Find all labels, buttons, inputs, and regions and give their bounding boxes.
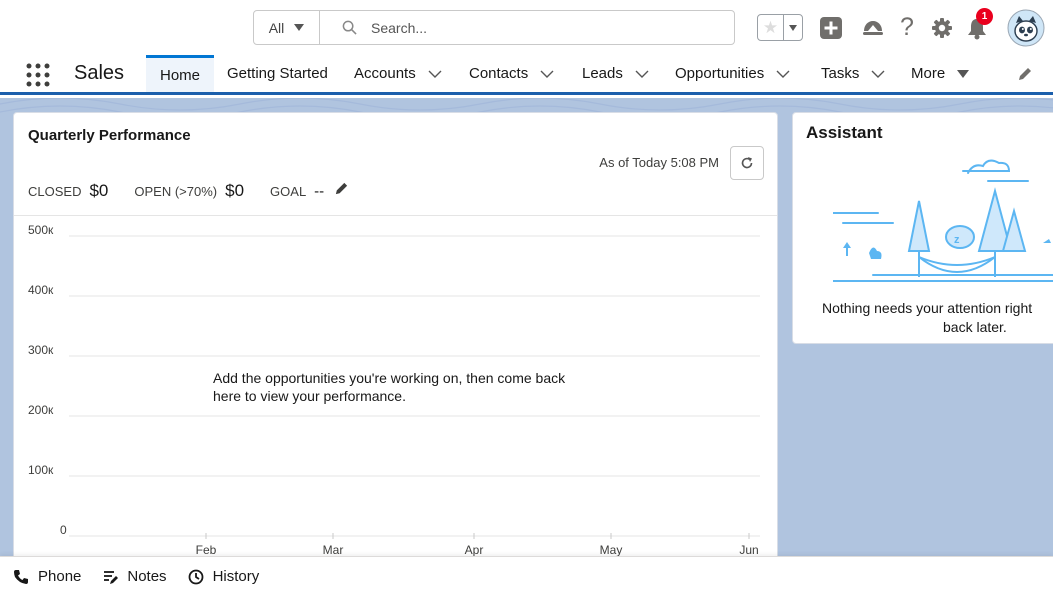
tab-label: Contacts	[469, 65, 529, 82]
y-tick-label: 200к	[28, 403, 54, 417]
chevron-down-icon[interactable]	[776, 70, 790, 78]
global-actions-button[interactable]	[817, 0, 845, 55]
phone-icon	[14, 569, 28, 584]
assistant-title: Assistant	[806, 123, 883, 142]
app-name: Sales	[74, 62, 125, 84]
utility-phone[interactable]: Phone	[13, 568, 81, 585]
search-icon	[342, 20, 357, 35]
refresh-icon	[741, 157, 753, 169]
favorites-list-button[interactable]	[784, 15, 802, 40]
pencil-icon	[336, 182, 348, 195]
tab-contacts[interactable]: Contacts	[469, 55, 554, 92]
assistant-message-line-1: Nothing needs your attention right	[822, 300, 1033, 316]
help-icon[interactable]: ?	[895, 0, 919, 55]
notification-count-badge: 1	[976, 8, 993, 25]
x-tick-label: Feb	[196, 543, 217, 557]
chevron-down-icon[interactable]	[540, 70, 554, 78]
tab-label: Tasks	[821, 65, 860, 82]
assistant-message-line-2: back later.	[943, 319, 1007, 335]
tab-opportunities[interactable]: Opportunities	[675, 55, 790, 92]
y-tick-label: 300к	[28, 343, 54, 357]
tab-label: Home	[160, 66, 201, 84]
search-scope-select[interactable]: All	[254, 11, 320, 44]
utility-label: Phone	[38, 568, 82, 585]
utility-label: Notes	[127, 568, 167, 585]
open-value: $0	[225, 181, 245, 200]
global-search: All Search...	[253, 10, 735, 45]
goal-value: --	[314, 183, 325, 200]
trailhead-button[interactable]	[858, 0, 888, 55]
empty-message-line-2: here to view your performance.	[213, 388, 406, 404]
navigation-bar: Sales Home Getting Started Accounts Cont…	[0, 55, 1053, 95]
avatar-icon	[1007, 9, 1045, 46]
favorite-star-icon[interactable]: ★	[758, 15, 784, 40]
gear-icon	[932, 17, 952, 38]
global-header: All Search... ★ ? 1	[0, 0, 1053, 55]
empty-chart-message: Add the opportunities you're working on,…	[213, 369, 633, 405]
chevron-down-icon[interactable]	[635, 70, 649, 78]
tab-tasks[interactable]: Tasks	[821, 55, 885, 92]
y-tick-label: 400к	[28, 283, 54, 297]
utility-bar: Phone Notes History	[0, 556, 1053, 596]
y-tick-label: 0	[60, 523, 67, 537]
tab-label: More	[911, 65, 946, 82]
x-tick-label: Apr	[465, 543, 484, 557]
search-scope-label: All	[268, 19, 285, 36]
search-placeholder: Search...	[371, 19, 428, 36]
as-of-timestamp: As of Today 5:08 PM	[599, 155, 719, 170]
y-tick-label: 500к	[28, 223, 54, 237]
waffle-icon	[26, 63, 50, 87]
assistant-message: Nothing needs your attention right back …	[793, 299, 1053, 337]
assistant-card: Assistant z Nothing needs your attention…	[792, 112, 1053, 344]
chevron-down-icon[interactable]	[428, 70, 442, 78]
tab-label: Accounts	[354, 65, 416, 82]
edit-goal-button[interactable]	[334, 181, 349, 199]
favorites-group: ★	[757, 14, 803, 41]
pencil-icon	[1019, 67, 1031, 80]
chart-y-axis: 0 100к 200к 300к 400к 500к	[28, 223, 67, 537]
performance-metrics: CLOSED $0 OPEN (>70%) $0 GOAL --	[28, 181, 349, 201]
card-title: Quarterly Performance	[28, 127, 191, 144]
tab-label: Opportunities	[675, 65, 765, 82]
plus-icon	[820, 16, 842, 39]
goal-label: GOAL	[270, 184, 307, 199]
utility-label: History	[212, 568, 260, 585]
open-label: OPEN (>70%)	[134, 184, 218, 199]
closed-value: $0	[89, 181, 109, 200]
edit-nav-button[interactable]	[1017, 55, 1033, 92]
tab-more[interactable]: More	[911, 55, 970, 92]
app-launcher-button[interactable]	[26, 63, 50, 87]
tab-label: Leads	[582, 65, 623, 82]
x-tick-label: May	[600, 543, 623, 557]
search-input[interactable]: Search...	[320, 11, 734, 44]
x-tick-label: Jun	[739, 543, 758, 557]
tab-home[interactable]: Home	[146, 55, 215, 92]
chevron-down-icon	[789, 24, 797, 31]
hammock-illustration: z	[833, 159, 1053, 282]
chevron-down-icon[interactable]	[871, 70, 885, 78]
tab-accounts[interactable]: Accounts	[354, 55, 442, 92]
utility-notes[interactable]: Notes	[102, 568, 167, 585]
trailhead-icon	[863, 20, 883, 35]
chart-x-axis: Feb Mar Apr May Jun	[196, 533, 759, 557]
clock-icon	[188, 569, 203, 584]
user-avatar[interactable]	[1006, 0, 1046, 55]
tab-label: Getting Started	[227, 65, 328, 82]
utility-history[interactable]: History	[188, 568, 260, 585]
tab-getting-started[interactable]: Getting Started	[227, 55, 328, 92]
setup-button[interactable]	[929, 0, 955, 55]
quarterly-performance-card: Quarterly Performance As of Today 5:08 P…	[13, 112, 778, 572]
svg-text:z: z	[954, 234, 960, 246]
chevron-down-icon	[294, 24, 305, 31]
x-tick-label: Mar	[323, 543, 344, 557]
notes-icon	[104, 570, 119, 584]
closed-label: CLOSED	[28, 184, 82, 199]
empty-message-line-1: Add the opportunities you're working on,…	[213, 370, 566, 386]
y-tick-label: 100к	[28, 463, 54, 477]
refresh-button[interactable]	[730, 146, 764, 180]
tab-leads[interactable]: Leads	[582, 55, 649, 92]
caret-down-icon	[957, 69, 970, 78]
